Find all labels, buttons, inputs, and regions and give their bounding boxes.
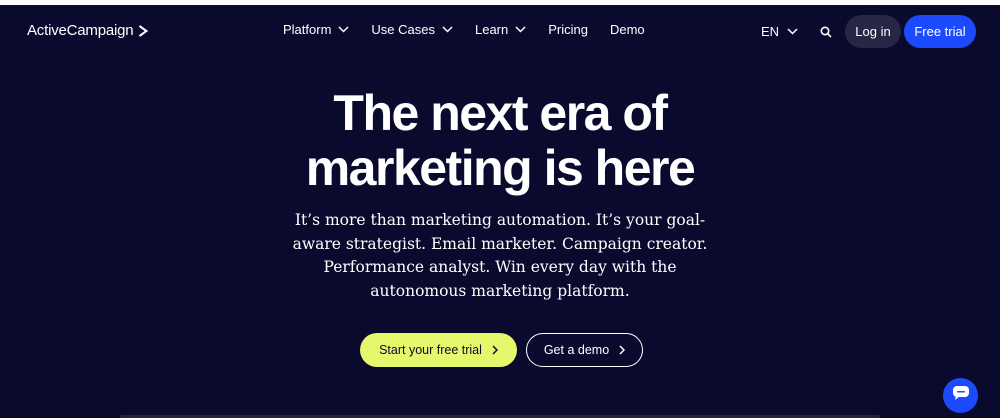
hero-title-line: marketing is here (305, 140, 696, 196)
chevron-down-icon (442, 26, 453, 33)
chevron-down-icon (515, 26, 526, 33)
hero-title: The next era of marketing is here (0, 86, 1000, 196)
nav-item-platform[interactable]: Platform (283, 22, 349, 37)
nav-item-learn[interactable]: Learn (475, 22, 526, 37)
get-demo-button[interactable]: Get a demo (526, 333, 643, 367)
header-actions: EN Log in Free trial (761, 15, 976, 48)
nav-label: Use Cases (371, 22, 435, 37)
chevron-down-icon (338, 26, 349, 33)
logo-text: ActiveCampaign (27, 22, 134, 39)
logo-chevron-icon (138, 24, 149, 37)
free-trial-button[interactable]: Free trial (904, 15, 976, 48)
search-icon[interactable] (820, 25, 832, 38)
nav-item-use-cases[interactable]: Use Cases (371, 22, 453, 37)
nav-label: Demo (609, 22, 645, 37)
hero-subtitle: It’s more than marketing automation. It’… (292, 211, 708, 300)
chevron-right-icon (619, 345, 626, 355)
chat-widget-button[interactable] (943, 378, 978, 413)
nav-item-pricing[interactable]: Pricing (548, 22, 588, 37)
nav-item-demo[interactable]: Demo (610, 22, 645, 37)
nav-label: Pricing (548, 22, 588, 37)
main-nav: Platform Use Cases Learn Pricing Demo (283, 22, 667, 37)
site-header: ActiveCampaign Platform Use Cases Learn … (0, 5, 1000, 59)
button-label: Start your free trial (379, 343, 482, 357)
chat-icon (952, 385, 970, 406)
language-label: EN (760, 24, 779, 39)
login-button[interactable]: Log in (845, 15, 901, 48)
logo[interactable]: ActiveCampaign (27, 22, 149, 39)
nav-label: Platform (283, 22, 332, 37)
nav-label: Learn (474, 22, 509, 37)
start-free-trial-button[interactable]: Start your free trial (360, 333, 517, 367)
hero-title-line: The next era of (333, 85, 668, 141)
chevron-right-icon (492, 345, 498, 355)
language-selector[interactable]: EN (761, 24, 798, 39)
button-label: Get a demo (543, 343, 610, 357)
chevron-down-icon (787, 28, 798, 35)
